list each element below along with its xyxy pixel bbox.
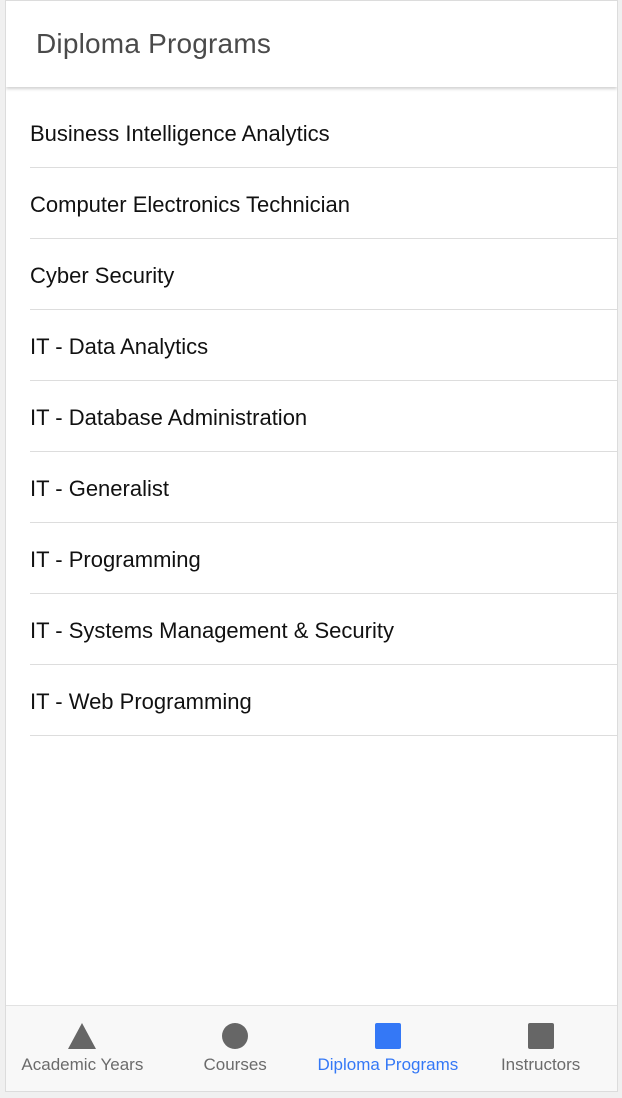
square-icon [526,1022,556,1050]
list-item-label: IT - Web Programming [30,689,252,714]
list-item[interactable]: IT - Database Administration [30,381,617,452]
list-item[interactable]: Computer Electronics Technician [30,168,617,239]
page-title: Diploma Programs [36,28,272,59]
list-item[interactable]: IT - Generalist [30,452,617,523]
list-item-label: Computer Electronics Technician [30,192,350,217]
list-item-label: IT - Database Administration [30,405,308,430]
list-item-label: IT - Generalist [30,476,169,501]
list-item-label: IT - Data Analytics [30,334,209,359]
circle-icon [220,1022,250,1050]
list-item[interactable]: IT - Programming [30,523,617,594]
list-item[interactable]: IT - Web Programming [30,665,617,736]
tab-label: Courses [203,1055,267,1074]
list-item-label: IT - Programming [30,547,201,572]
tab-academic-years[interactable]: Academic Years [6,1006,159,1091]
list-item-label: Cyber Security [30,263,175,288]
diploma-programs-list: Business Intelligence Analytics Computer… [6,97,617,736]
list-item[interactable]: Cyber Security [30,239,617,310]
tab-label: Diploma Programs [317,1055,459,1074]
tab-instructors[interactable]: Instructors [464,1006,617,1091]
tab-label: Instructors [500,1055,581,1074]
list-item[interactable]: Business Intelligence Analytics [30,97,617,168]
tab-diploma-programs[interactable]: Diploma Programs [312,1006,465,1091]
tab-bar: Academic Years Courses Diploma Programs [6,1005,617,1091]
tab-courses[interactable]: Courses [159,1006,312,1091]
list-item-label: IT - Systems Management & Security [30,618,394,643]
list-item[interactable]: IT - Data Analytics [30,310,617,381]
tab-label: Academic Years [21,1055,144,1074]
list-item-label: Business Intelligence Analytics [30,121,330,146]
app-window: Diploma Programs Business Intelligence A… [5,0,618,1092]
navigation-header: Diploma Programs [6,1,617,87]
triangle-icon [67,1022,97,1050]
square-icon [373,1022,403,1050]
list-item[interactable]: IT - Systems Management & Security [30,594,617,665]
